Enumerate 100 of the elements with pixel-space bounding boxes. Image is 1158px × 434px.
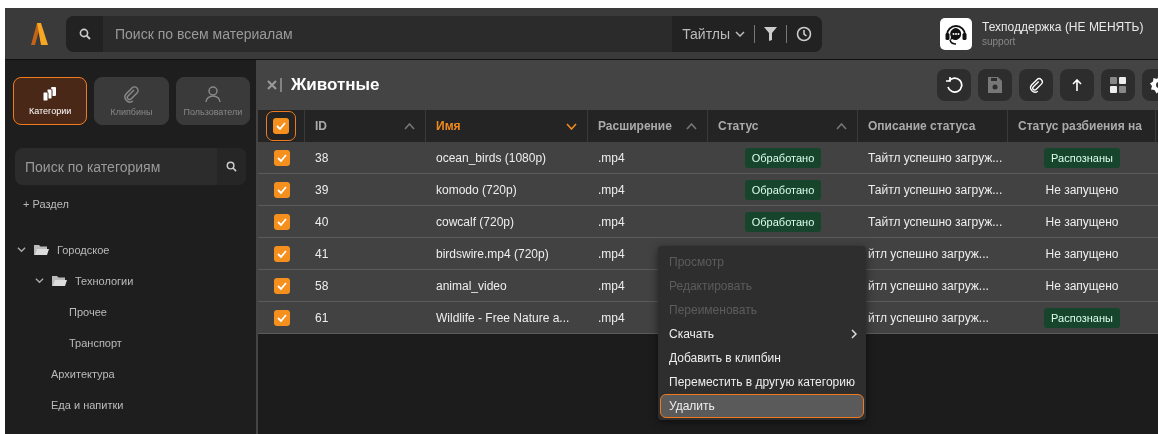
split-status-badge: Распознаны: [1044, 147, 1120, 168]
category-item[interactable]: Технологии: [75, 274, 134, 287]
sidebar-tab[interactable]: Категории: [13, 77, 88, 125]
folder-icon: [34, 243, 49, 256]
chevron-icon[interactable]: [17, 245, 26, 254]
up-arrow-icon: [1072, 79, 1082, 91]
user-name: Техподдержка (НЕ МЕНЯТЬ): [982, 20, 1144, 34]
table-cell: Не запущено: [1045, 278, 1119, 293]
chevron-down-icon: [735, 30, 745, 37]
search-bar[interactable]: Поиск по всем материалам Тайтлы: [66, 15, 822, 52]
table-cell: .mp4: [598, 246, 625, 261]
table-cell: cowcalf (720p): [436, 214, 515, 229]
refresh-button[interactable]: [937, 69, 971, 101]
column-header[interactable]: ID: [315, 119, 327, 133]
row-checkbox[interactable]: [273, 149, 290, 166]
filter-icon[interactable]: [764, 26, 777, 41]
table-cell: .mp4: [598, 182, 625, 197]
status-badge: Обработано: [744, 147, 822, 168]
search-icon: [78, 27, 91, 40]
status-badge: Обработано: [744, 211, 822, 232]
category-item[interactable]: Еда и напитки: [51, 398, 124, 411]
table-cell: Тайтл успешно загруж...: [868, 150, 1003, 165]
person-icon: [203, 85, 222, 103]
menu-item[interactable]: Добавить в клипбин: [660, 346, 864, 370]
search-icon: [226, 161, 237, 172]
table-cell: 38: [315, 150, 329, 165]
check-icon: [276, 217, 287, 226]
table-cell: .mp4: [598, 150, 625, 165]
sort-chevron-icon[interactable]: [686, 122, 697, 130]
check-icon: [276, 185, 287, 194]
scope-dropdown[interactable]: Тайтлы: [682, 25, 745, 42]
category-item[interactable]: Архитектура: [51, 367, 115, 380]
column-header[interactable]: Статус разбиения на: [1018, 119, 1142, 133]
table-cell: йтл успешно загруж...: [868, 310, 989, 325]
grid-icon: [1110, 77, 1126, 93]
submenu-chevron-icon: [851, 329, 857, 339]
check-icon: [276, 313, 287, 322]
global-search-field[interactable]: Поиск по всем материалам: [103, 24, 673, 43]
table-cell: .mp4: [598, 278, 625, 293]
table-cell: Не запущено: [1045, 246, 1119, 261]
column-header[interactable]: Расширение: [598, 119, 672, 133]
menu-item[interactable]: Переместить в другую категорию: [660, 370, 864, 394]
table-cell: йтл успешно загруж...: [868, 278, 989, 293]
table-cell: Wildlife - Free Nature a...: [436, 310, 570, 325]
category-title: Животные: [291, 75, 380, 95]
check-icon: [276, 249, 287, 258]
add-section-button[interactable]: + Раздел: [23, 198, 69, 210]
close-panel-icon[interactable]: [267, 77, 283, 93]
sort-chevron-icon[interactable]: [404, 122, 415, 130]
refresh-icon: [945, 76, 963, 94]
upload-button[interactable]: [1060, 69, 1094, 101]
sort-chevron-icon[interactable]: [566, 122, 577, 130]
check-icon: [276, 153, 287, 162]
clock-icon[interactable]: [796, 25, 812, 42]
save-button[interactable]: [978, 69, 1012, 101]
user-login: support: [982, 36, 1017, 47]
column-header[interactable]: Описание статуса: [868, 119, 976, 133]
stacked-cards-icon: [42, 86, 59, 102]
check-icon: [276, 281, 287, 290]
layout-button[interactable]: [1101, 69, 1135, 101]
row-checkbox[interactable]: [273, 213, 290, 230]
row-checkbox[interactable]: [273, 181, 290, 198]
table-cell: 40: [315, 214, 329, 229]
category-item[interactable]: Прочее: [69, 305, 107, 318]
table-cell: .mp4: [598, 214, 625, 229]
row-checkbox[interactable]: [273, 277, 290, 294]
paperclip-icon: [1028, 77, 1044, 93]
folder-icon: [52, 274, 67, 287]
status-badge: Обработано: [744, 179, 822, 200]
table-cell: komodo (720p): [436, 182, 517, 197]
column-header[interactable]: Имя: [436, 119, 461, 133]
attach-button[interactable]: [1019, 69, 1053, 101]
table-cell: йтл успешно загруж...: [868, 246, 989, 261]
check-icon: [276, 122, 286, 130]
category-item[interactable]: Городское: [57, 243, 110, 256]
logo-icon: [29, 21, 49, 46]
table-cell: Не запущено: [1045, 182, 1119, 197]
menu-item[interactable]: Удалить: [660, 394, 864, 418]
table-cell: animal_video: [436, 278, 507, 293]
paperclip-icon: [122, 85, 141, 103]
category-item[interactable]: Транспорт: [69, 336, 122, 349]
row-checkbox[interactable]: [273, 309, 290, 326]
table-cell: ocean_birds (1080p): [436, 150, 547, 165]
table-cell: 41: [315, 246, 329, 261]
table-cell: Не запущено: [1045, 214, 1119, 229]
table-cell: 39: [315, 182, 329, 197]
menu-item[interactable]: Скачать: [660, 322, 864, 346]
sort-chevron-icon[interactable]: [836, 122, 847, 130]
headset-avatar-icon: [940, 17, 972, 50]
table-cell: .mp4: [598, 310, 625, 325]
row-checkbox[interactable]: [273, 245, 290, 262]
column-header[interactable]: Статус: [718, 119, 759, 133]
select-all-checkbox[interactable]: [266, 111, 296, 141]
chevron-icon[interactable]: [35, 276, 44, 285]
table-cell: 58: [315, 278, 329, 293]
table-cell: 61: [315, 310, 329, 325]
table-cell: birdswire.mp4 (720p): [436, 246, 549, 261]
split-status-badge: Распознаны: [1044, 307, 1120, 328]
table-cell: Тайтл успешно загруж...: [868, 182, 1003, 197]
table-cell: Тайтл успешно загруж...: [868, 214, 1003, 229]
